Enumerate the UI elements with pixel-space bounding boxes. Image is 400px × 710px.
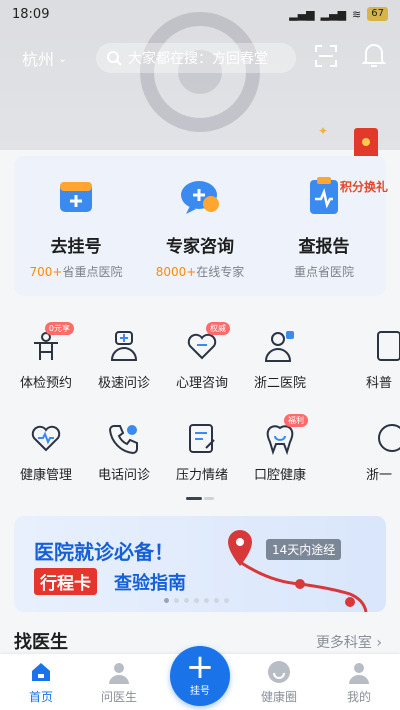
grid-label: 科普	[366, 376, 393, 391]
banner-dot-active	[164, 598, 169, 603]
doctor-avatar-icon	[109, 663, 129, 684]
circle-icon	[268, 661, 290, 683]
article-icon	[374, 328, 400, 364]
grid-item-zhe-yi[interactable]: 浙一	[344, 420, 400, 483]
grid-label: 心理咨询	[175, 376, 228, 391]
points-exchange-link[interactable]: 积分换礼	[340, 178, 388, 195]
service-desc: 重点省医院	[293, 265, 354, 279]
banner-dot	[194, 598, 199, 603]
grid-label: 极速问诊	[97, 376, 150, 391]
banner-subtitle: 查验指南	[114, 573, 186, 594]
service-title: 查报告	[298, 237, 350, 257]
home-icon	[32, 663, 50, 681]
page-indicator	[204, 497, 214, 500]
heart-chat-icon: 权威	[184, 322, 230, 364]
status-bar: 18:09 ▂▄▆ ▂▄▆ ≋ 67	[0, 0, 400, 28]
service-desc: 省重点医院	[62, 265, 123, 279]
service-count: 8000+	[155, 265, 197, 279]
tab-home[interactable]: 首页	[6, 660, 76, 705]
scan-icon[interactable]	[314, 44, 338, 68]
wifi-icon: ≋	[352, 7, 362, 21]
heart-pulse-icon	[28, 420, 64, 456]
grid-page-indicator	[186, 497, 214, 500]
plus-icon: +	[185, 647, 215, 687]
banner-dot	[184, 598, 189, 603]
tab-label: 挂号	[190, 686, 210, 697]
grid-label: 健康管理	[19, 468, 72, 483]
grid-label: 浙一	[366, 468, 393, 483]
service-subtitle: 重点省医院	[262, 263, 386, 280]
grid-label: 压力情绪	[175, 468, 228, 483]
promo-tag: 权威	[206, 322, 230, 335]
more-departments-link[interactable]: 更多科室 ›	[316, 632, 382, 652]
chevron-down-icon: ⌄	[58, 51, 68, 65]
banner-chip: 14天内途经	[266, 539, 342, 560]
doctor-icon	[262, 328, 298, 364]
service-card: 去挂号 700+省重点医院 专家咨询 8000+在线专家 查报告 重点省医院	[14, 156, 386, 296]
grid-label: 体检预约	[19, 376, 72, 391]
tab-label: 问医生	[100, 690, 137, 704]
service-subtitle: 8000+在线专家	[138, 263, 262, 280]
promo-tag: 福利	[284, 414, 308, 427]
register-center-button[interactable]: + 挂号	[170, 646, 230, 706]
tab-health-circle[interactable]: 健康圈	[244, 660, 314, 705]
grid-item-psych-consult[interactable]: 权威 心理咨询	[164, 322, 240, 391]
page-indicator-active	[186, 497, 202, 500]
grid-label: 电话问诊	[97, 468, 150, 483]
service-count: 700+	[29, 265, 63, 279]
tooth-icon: 福利	[262, 414, 308, 456]
calendar-icon	[54, 174, 98, 218]
banner-tag: 行程卡	[34, 568, 97, 595]
tab-label: 我的	[346, 690, 371, 704]
banner-title: 医院就诊必备！	[34, 540, 174, 564]
service-title: 专家咨询	[166, 237, 234, 257]
grid-item-science[interactable]: 科普	[344, 328, 400, 391]
tab-label: 健康圈	[260, 690, 297, 704]
banner-dot	[204, 598, 209, 603]
hospital-icon	[374, 420, 400, 456]
user-icon	[349, 663, 369, 684]
chat-plus-icon	[178, 174, 222, 218]
signal-icon: ▂▄▆	[289, 7, 315, 21]
promo-tag: 0元享	[44, 322, 74, 335]
search-placeholder: 大家都在搜：方回春堂	[128, 51, 268, 67]
grid-item-phone-consult[interactable]: 电话问诊	[86, 420, 162, 483]
status-icons: ▂▄▆ ▂▄▆ ≋ 67	[289, 7, 388, 21]
sparkle-icon: ✦	[318, 124, 329, 138]
signal-icon-2: ▂▄▆	[320, 7, 347, 21]
city-selector[interactable]: 杭州 ⌄	[22, 46, 67, 70]
grid-label: 浙二医院	[253, 376, 306, 391]
service-register[interactable]: 去挂号 700+省重点医院	[14, 174, 138, 280]
city-label: 杭州	[22, 50, 55, 69]
banner-dot	[214, 598, 219, 603]
tab-mine[interactable]: 我的	[324, 660, 394, 705]
grid-item-zhe-er-hospital[interactable]: 浙二医院	[242, 328, 318, 391]
status-time: 18:09	[12, 6, 50, 22]
service-title: 去挂号	[50, 237, 102, 257]
clipboard-icon	[184, 420, 220, 456]
service-consult[interactable]: 专家咨询 8000+在线专家	[138, 174, 262, 280]
grid-item-quick-consult[interactable]: 极速问诊	[86, 328, 162, 391]
banner-dots	[164, 598, 229, 603]
grid-item-health-manage[interactable]: 健康管理	[8, 420, 84, 483]
body-check-icon: 0元享	[28, 322, 74, 364]
stethoscope-icon	[106, 328, 142, 364]
service-desc: 在线专家	[196, 265, 245, 279]
service-subtitle: 700+省重点医院	[14, 263, 138, 280]
section-title: 找医生	[14, 632, 68, 653]
grid-item-physical-exam[interactable]: 0元享 体检预约	[8, 322, 84, 391]
banner-dot	[224, 598, 229, 603]
grid-item-oral-health[interactable]: 福利 口腔健康	[242, 414, 318, 483]
battery-icon: 67	[367, 7, 388, 21]
grid-item-stress-emotion[interactable]: 压力情绪	[164, 420, 240, 483]
phone-icon	[106, 420, 142, 456]
banner-dot	[174, 598, 179, 603]
tab-ask-doctor[interactable]: 问医生	[84, 660, 154, 705]
tab-label: 首页	[28, 690, 53, 704]
search-icon	[107, 51, 122, 66]
search-input[interactable]: 大家都在搜：方回春堂	[96, 43, 296, 73]
bell-icon[interactable]	[362, 42, 386, 68]
grid-label: 口腔健康	[253, 468, 306, 483]
